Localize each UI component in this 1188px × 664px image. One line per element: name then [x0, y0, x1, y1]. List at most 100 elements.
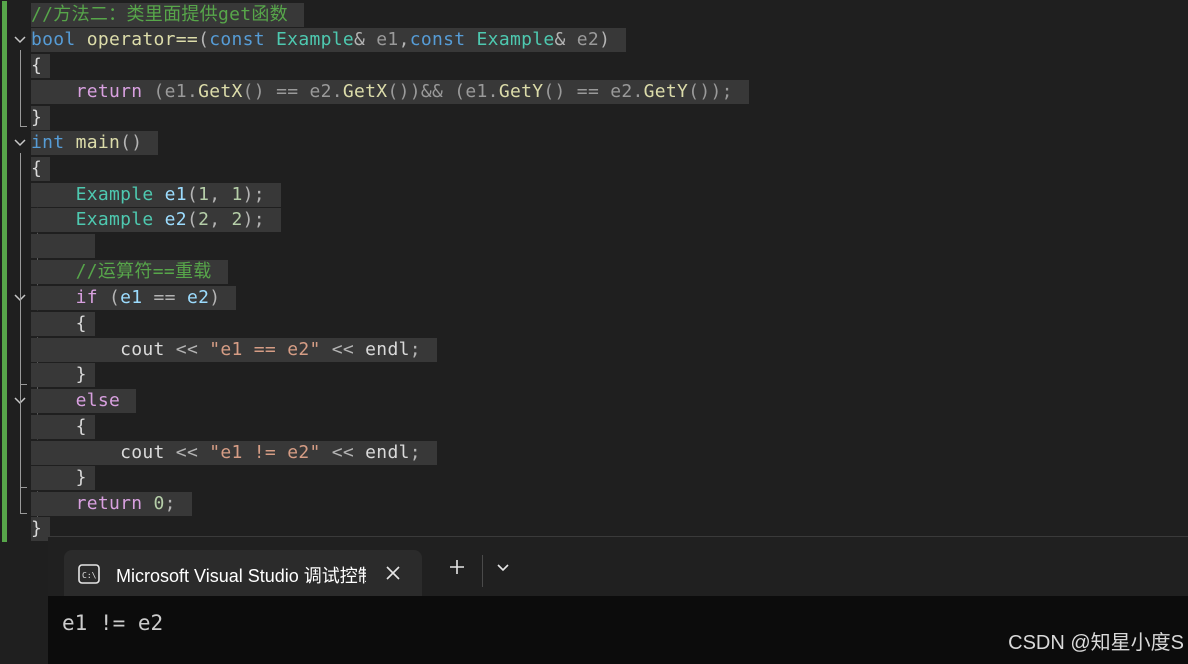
punctuation: ,: [209, 184, 232, 205]
code-line[interactable]: {: [31, 415, 95, 439]
chevron-down-icon[interactable]: [490, 553, 516, 581]
code-line[interactable]: Example e1(1, 1);: [31, 183, 281, 207]
identifier: endl: [365, 442, 410, 463]
punctuation: ;: [409, 339, 421, 360]
svg-text:C:\: C:\: [82, 571, 97, 580]
code-line[interactable]: //方法二：类里面提供get函数: [31, 3, 304, 27]
terminal-tab-strip: C:\ Microsoft Visual Studio 调试控制台: [48, 537, 1188, 596]
console-icon: C:\: [78, 564, 100, 588]
parameter: e1: [376, 29, 399, 50]
code-line[interactable]: else: [31, 389, 137, 413]
code-editor[interactable]: //方法二：类里面提供get函数 bool operator==(const E…: [0, 0, 1188, 545]
parameter: e2: [576, 29, 600, 50]
brace: }: [75, 364, 87, 385]
keyword: else: [75, 390, 121, 411]
identifier: cout: [120, 442, 165, 463]
code-line[interactable]: if (e1 == e2): [31, 286, 237, 310]
punctuation: );: [242, 184, 265, 205]
brace: {: [75, 313, 87, 334]
fold-bracket: [20, 411, 27, 488]
code-line[interactable]: }: [31, 106, 51, 130]
type-name: Example: [276, 29, 355, 50]
punctuation: ,: [209, 209, 232, 230]
code-line[interactable]: [31, 234, 95, 258]
expression: ());: [688, 81, 733, 102]
string-literal: "e1 == e2": [209, 339, 321, 360]
brace: {: [31, 55, 43, 76]
punctuation: ,: [398, 29, 410, 50]
punctuation: (: [186, 209, 199, 230]
terminal-output: e1 != e2: [62, 611, 164, 635]
variable: e1: [120, 287, 143, 308]
variable: e1: [164, 184, 187, 205]
code-line[interactable]: }: [31, 363, 95, 387]
code-line[interactable]: return 0;: [31, 492, 192, 516]
punctuation: ;: [409, 442, 421, 463]
function-call: GetY: [643, 81, 689, 102]
punctuation: (): [120, 132, 143, 153]
keyword: bool: [31, 29, 76, 50]
keyword: return: [75, 81, 143, 102]
number: 2: [198, 209, 210, 230]
function-name: main: [75, 132, 121, 153]
variable: e2: [164, 209, 187, 230]
number: 1: [231, 184, 243, 205]
punctuation: (: [108, 287, 121, 308]
code-line[interactable]: {: [31, 54, 51, 78]
code-line[interactable]: {: [31, 312, 95, 336]
type-name: Example: [75, 184, 154, 205]
brace: }: [75, 467, 87, 488]
operator: <<: [320, 442, 366, 463]
function-call: GetY: [498, 81, 544, 102]
terminal-tab-title: Microsoft Visual Studio 调试控制台: [116, 566, 366, 584]
expression: (e1.: [153, 81, 199, 102]
punctuation: ): [599, 29, 611, 50]
code-line[interactable]: bool operator==(const Example& e1,const …: [31, 28, 627, 52]
close-icon[interactable]: [384, 564, 402, 582]
brace: }: [31, 107, 43, 128]
plus-icon[interactable]: [444, 553, 470, 581]
change-tracking-bar: [2, 1, 7, 542]
number: 1: [198, 184, 210, 205]
code-line[interactable]: //运算符==重载: [31, 260, 228, 284]
punctuation: );: [242, 209, 265, 230]
expression: () == e2.: [543, 81, 644, 102]
brace: }: [31, 518, 43, 539]
keyword: const: [409, 29, 466, 50]
punctuation: (: [186, 184, 199, 205]
fold-chevron-icon[interactable]: [13, 32, 29, 48]
code-line[interactable]: Example e2(2, 2);: [31, 208, 281, 232]
fold-bracket: [20, 50, 27, 127]
fold-chevron-icon[interactable]: [13, 135, 29, 151]
comment: //运算符==重载: [75, 261, 212, 282]
identifier: endl: [365, 339, 410, 360]
operator: ==: [142, 287, 187, 308]
type-name: Example: [75, 209, 154, 230]
keyword: const: [209, 29, 265, 50]
code-line[interactable]: {: [31, 157, 51, 181]
terminal-tab[interactable]: C:\ Microsoft Visual Studio 调试控制台: [64, 550, 422, 596]
punctuation: ;: [164, 493, 176, 514]
code-line[interactable]: cout << "e1 == e2" << endl;: [31, 338, 437, 362]
expression: () == e2.: [242, 81, 343, 102]
code-line[interactable]: cout << "e1 != e2" << endl;: [31, 441, 437, 465]
number: 2: [231, 209, 243, 230]
fold-bracket: [20, 308, 27, 385]
code-line[interactable]: }: [31, 466, 95, 490]
punctuation: &: [554, 29, 566, 50]
variable: e2: [186, 287, 210, 308]
code-line[interactable]: int main(): [31, 131, 159, 155]
string-literal: "e1 != e2": [209, 442, 321, 463]
brace: {: [31, 158, 43, 179]
comment: //方法二：类里面提供get函数: [31, 4, 288, 25]
operator: <<: [164, 339, 210, 360]
identifier: cout: [120, 339, 165, 360]
keyword: return: [75, 493, 143, 514]
operator: <<: [164, 442, 210, 463]
code-line[interactable]: return (e1.GetX() == e2.GetX())&& (e1.Ge…: [31, 80, 749, 104]
function-call: GetX: [342, 81, 388, 102]
expression: ())&& (e1.: [387, 81, 499, 102]
keyword: int: [31, 132, 65, 153]
tab-strip-divider: [482, 555, 483, 587]
operator: <<: [320, 339, 366, 360]
